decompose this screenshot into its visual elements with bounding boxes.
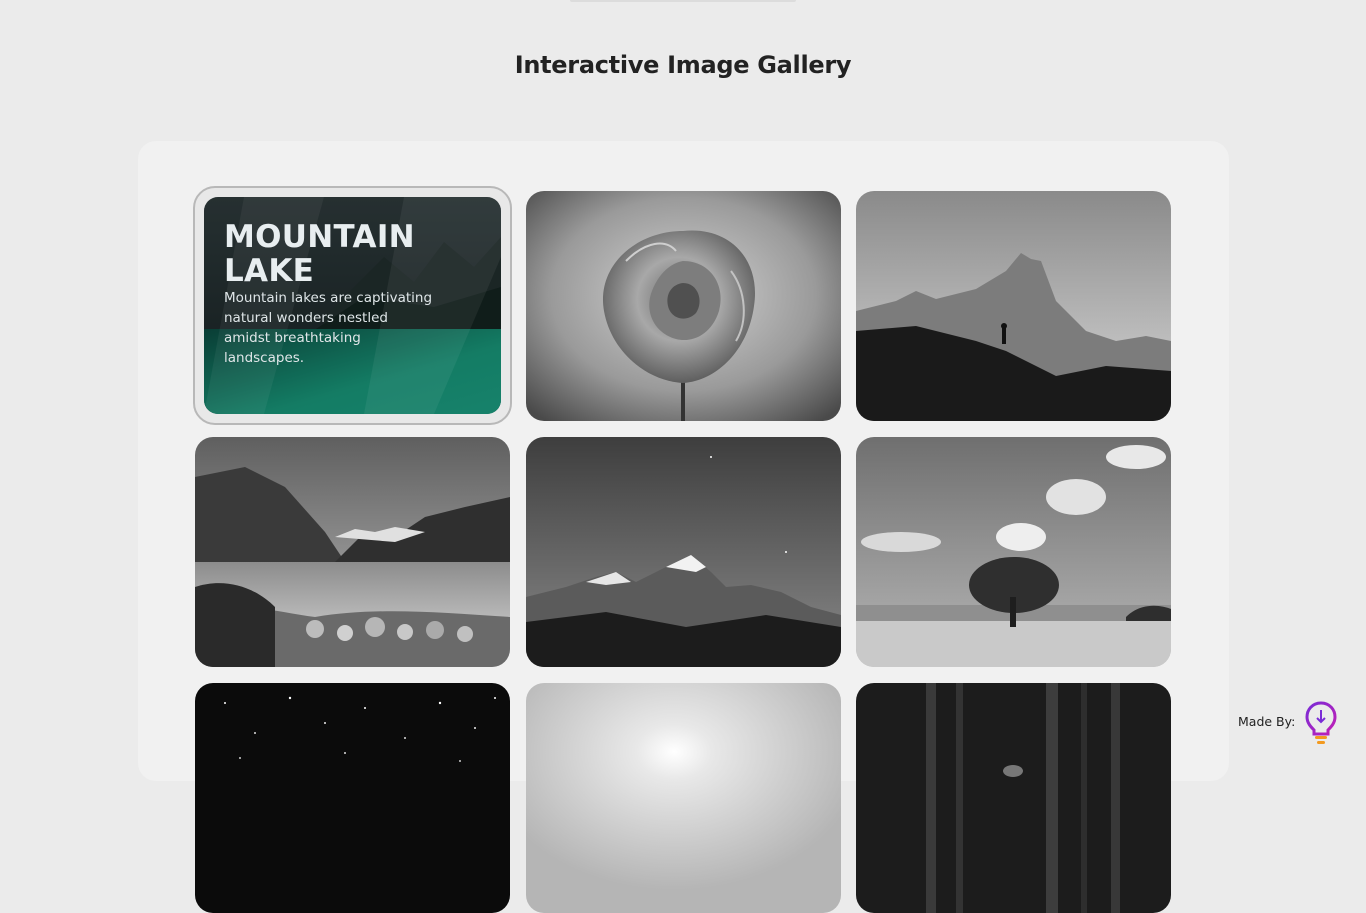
lake-reflection-image (195, 437, 510, 667)
featured-image: MOUNTAIN LAKE Mountain lakes are captiva… (204, 197, 501, 414)
gallery-card-starry-sky[interactable] (195, 683, 510, 913)
dark-forest-image (856, 683, 1171, 913)
top-tab-handle (570, 0, 796, 2)
gallery-card-dark-forest[interactable] (856, 683, 1171, 913)
gallery-card-mountain-peak[interactable] (856, 191, 1171, 421)
gallery-card-rose[interactable] (526, 191, 841, 421)
made-by-label: Made By: (1238, 714, 1296, 729)
tree-beach-image (856, 437, 1171, 667)
snowy-peaks-image (526, 437, 841, 667)
featured-description: Mountain lakes are captivating natural w… (224, 290, 433, 366)
starry-sky-image (195, 683, 510, 913)
mountain-peak-image (856, 191, 1171, 421)
sun-haze-image (526, 683, 841, 913)
lightbulb-icon[interactable] (1304, 700, 1338, 746)
page-title: Interactive Image Gallery (514, 51, 852, 79)
gallery-card-sun-haze[interactable] (526, 683, 841, 913)
gallery-card-tree-beach[interactable] (856, 437, 1171, 667)
gallery-card-lake-reflection[interactable] (195, 437, 510, 667)
gallery-card-mountain-lake[interactable]: MOUNTAIN LAKE Mountain lakes are captiva… (193, 186, 512, 425)
featured-title: MOUNTAIN LAKE (224, 219, 415, 289)
rose-image (526, 191, 841, 421)
gallery-card-snowy-peaks[interactable] (526, 437, 841, 667)
